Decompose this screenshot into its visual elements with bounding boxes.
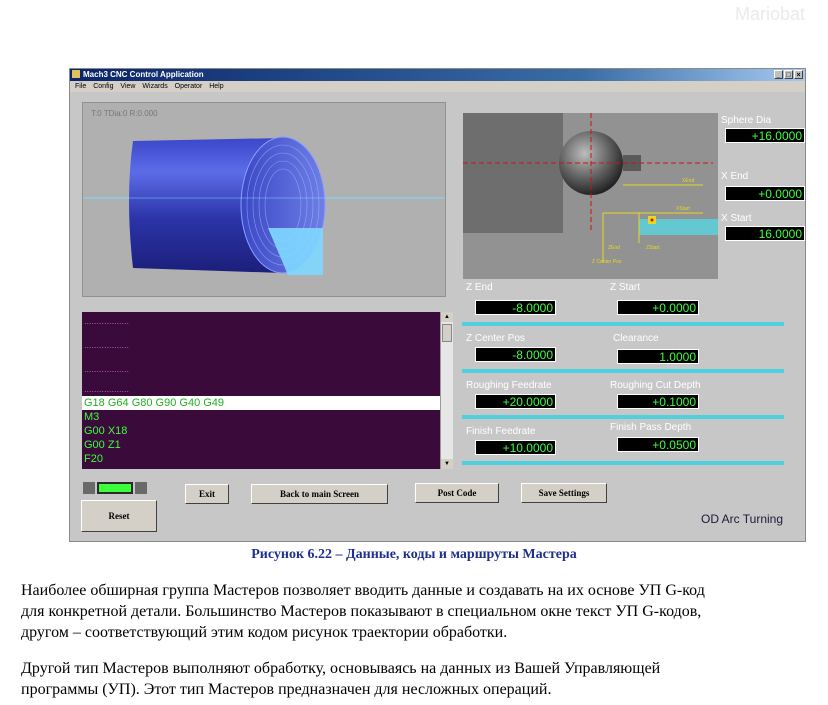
roughing-cut-depth-field[interactable]: +0.1000 — [617, 394, 699, 409]
reset-status-led — [97, 482, 133, 494]
mach3-window: Mach3 CNC Control Application _ □ × File… — [69, 68, 806, 542]
section-divider — [462, 369, 784, 373]
menu-operator[interactable]: Operator — [175, 83, 203, 90]
app-icon — [72, 70, 80, 78]
paragraph-line: Другой тип Мастеров выполняют обработку,… — [21, 660, 661, 677]
gcode-line: M3 — [84, 411, 100, 423]
roughing-cut-depth-label: Roughing Cut Depth — [610, 380, 701, 391]
watermark: Mariobat — [735, 4, 806, 24]
gcode-scrollbar[interactable]: ▲ ▼ — [440, 312, 453, 469]
menu-help[interactable]: Help — [209, 83, 223, 90]
scroll-up-icon[interactable]: ▲ — [441, 312, 453, 322]
x-start-field[interactable]: 16.0000 — [725, 226, 805, 241]
toolpath-display[interactable]: T:0 TDia:0 R:0.000 — [82, 102, 446, 297]
xend-dim-label: XEnd — [682, 178, 694, 184]
window-controls: _ □ × — [774, 70, 803, 79]
finish-feedrate-field[interactable]: +10.0000 — [475, 440, 556, 455]
reset-button[interactable]: Reset — [81, 500, 157, 532]
title-bar: Mach3 CNC Control Application _ □ × — [70, 69, 805, 81]
paragraph-line: Наиболее обширная группа Мастеров позвол… — [21, 582, 705, 599]
gcode-line: .................. — [84, 340, 130, 350]
section-divider — [462, 322, 784, 326]
x-end-label: X End — [721, 171, 749, 182]
gcode-line: G00 X18 — [84, 425, 128, 437]
reset-led-right — [135, 482, 147, 494]
finish-pass-depth-label: Finish Pass Depth — [610, 422, 692, 433]
zcenter-dim-label: Z Center Pos — [592, 259, 622, 265]
xstart-dim-label: XStart — [676, 206, 691, 212]
z-start-label: Z Start — [610, 282, 641, 293]
clearance-field[interactable]: 1.0000 — [617, 349, 699, 364]
finish-pass-depth-field[interactable]: +0.0500 — [617, 437, 699, 452]
wizard-name: OD Arc Turning — [701, 512, 784, 526]
finish-feedrate-label: Finish Feedrate — [466, 426, 536, 437]
gcode-line: .................. — [84, 384, 130, 394]
z-center-pos-label: Z Center Pos — [466, 333, 525, 344]
z-end-field[interactable]: -8.0000 — [475, 300, 556, 315]
menu-file[interactable]: File — [75, 83, 86, 90]
save-settings-button[interactable]: Save Settings — [521, 483, 607, 503]
window-title: Mach3 CNC Control Application — [83, 70, 204, 79]
z-start-field[interactable]: +0.0000 — [617, 300, 699, 315]
roughing-feedrate-field[interactable]: +20.0000 — [475, 394, 556, 409]
preview-diagram: XEnd XStart ZEnd ZStart Z Center Pos — [463, 113, 718, 265]
section-divider — [462, 461, 784, 465]
menu-view[interactable]: View — [120, 83, 135, 90]
paragraph-line: другом – соответствующий этим кодом рису… — [21, 624, 508, 641]
gcode-line: .................. — [84, 316, 130, 326]
menu-config[interactable]: Config — [93, 83, 113, 90]
close-icon[interactable]: × — [794, 70, 803, 79]
exit-button[interactable]: Exit — [185, 484, 229, 504]
post-code-button[interactable]: Post Code — [415, 483, 499, 503]
gcode-line: .................. — [84, 364, 130, 374]
paragraph-line: для конкретной детали. Большинство Масте… — [21, 603, 702, 620]
x-start-label: X Start — [721, 213, 752, 224]
stock-block — [463, 113, 563, 233]
gcode-line-selected[interactable]: G18 G64 G80 G90 G40 G49 — [82, 396, 453, 410]
reset-led-left — [83, 482, 95, 494]
z-center-pos-field[interactable]: -8.0000 — [475, 347, 556, 362]
toolpath-render — [83, 136, 445, 275]
figure-caption: Рисунок 6.22 – Данные, коды и маршруты М… — [251, 547, 577, 562]
z-end-label: Z End — [466, 282, 493, 293]
gcode-listing[interactable]: .................. .................. ..… — [82, 312, 453, 469]
maximize-icon[interactable]: □ — [784, 70, 793, 79]
gcode-line: F20 — [84, 453, 103, 465]
paragraph-line: программы (УП). Этот тип Мастеров предна… — [21, 681, 552, 698]
menu-wizards[interactable]: Wizards — [142, 83, 167, 90]
back-to-main-screen-button[interactable]: Back to main Screen — [251, 484, 388, 504]
sphere-dia-label: Sphere Dia — [721, 115, 772, 126]
zstart-dim-label: ZStart — [646, 245, 660, 251]
scroll-down-icon[interactable]: ▼ — [441, 459, 453, 469]
menu-bar: File Config View Wizards Operator Help — [70, 81, 805, 92]
zend-dim-label: ZEnd — [608, 245, 620, 251]
minimize-icon[interactable]: _ — [774, 70, 783, 79]
section-divider — [462, 415, 784, 419]
wizard-preview: XEnd XStart ZEnd ZStart Z Center Pos — [463, 113, 718, 279]
gcode-line: G00 Z1 — [84, 439, 121, 451]
roughing-feedrate-label: Roughing Feedrate — [466, 380, 552, 391]
clearance-label: Clearance — [613, 333, 659, 344]
scroll-thumb[interactable] — [442, 324, 452, 342]
x-end-field[interactable]: +0.0000 — [725, 186, 805, 201]
sphere-dia-field[interactable]: +16.0000 — [725, 128, 805, 143]
